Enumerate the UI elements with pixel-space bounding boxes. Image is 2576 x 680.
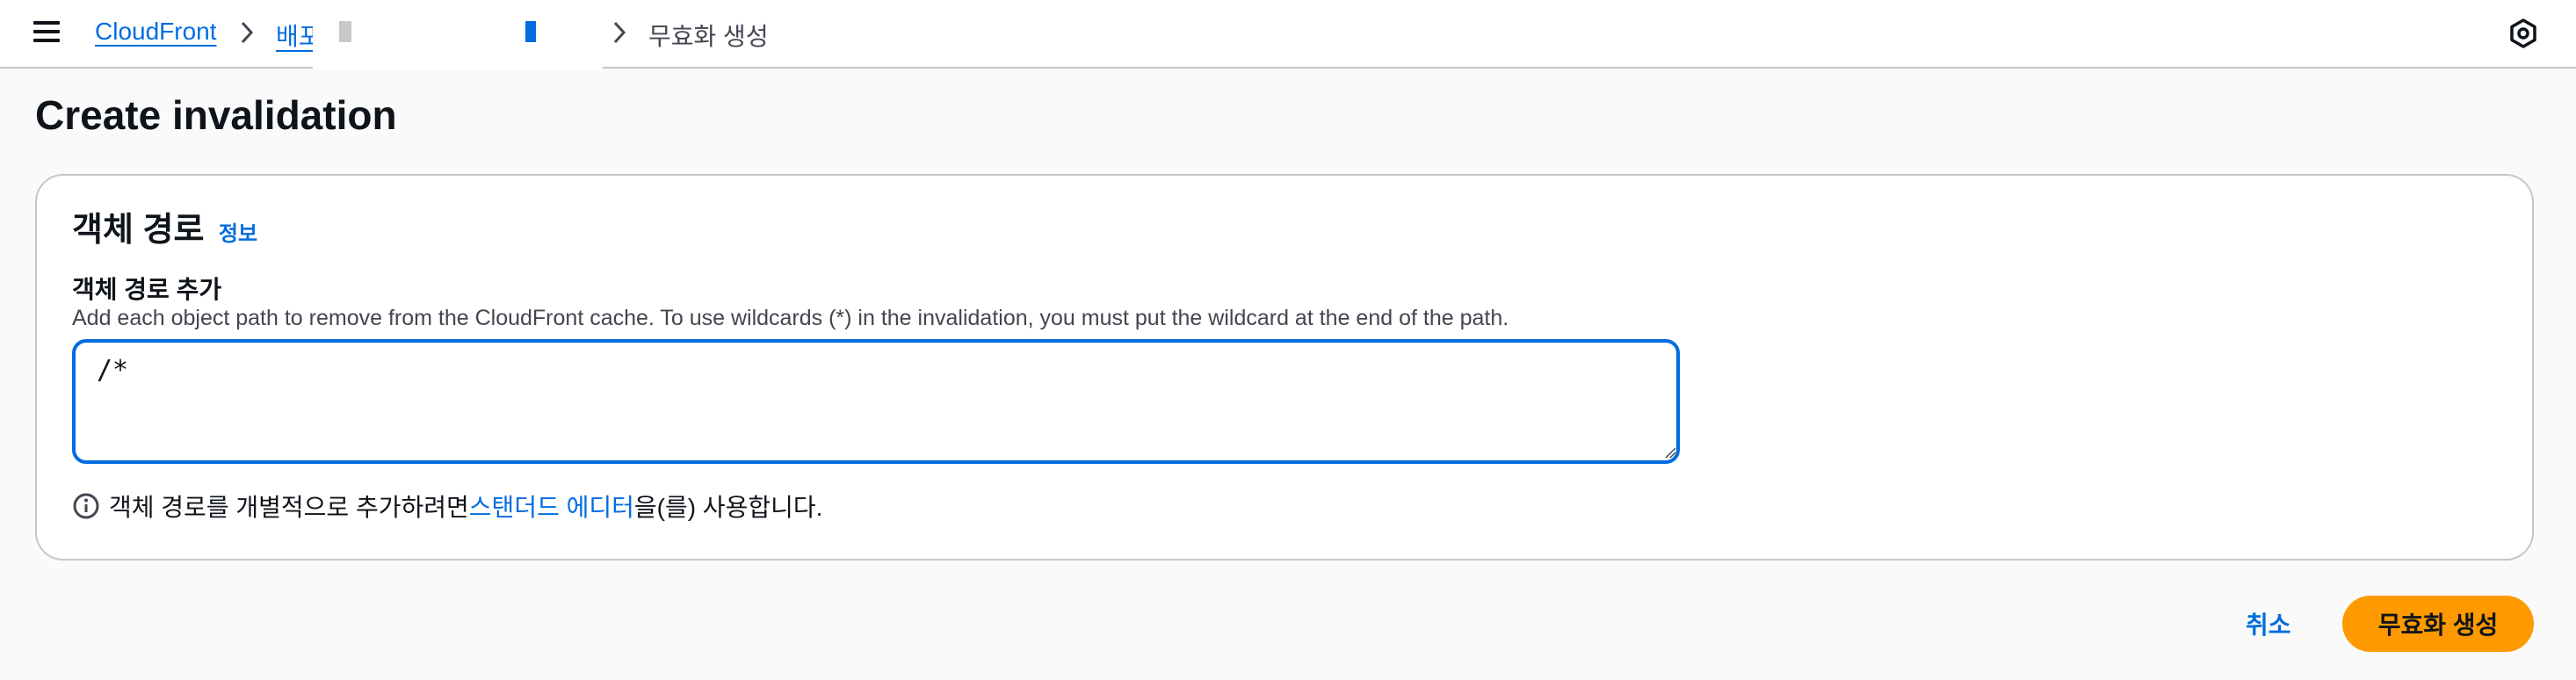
breadcrumb-cloudfront-link[interactable]: CloudFront [95, 18, 217, 46]
info-link[interactable]: 정보 [219, 222, 257, 246]
redaction-mark [339, 21, 351, 42]
panel-header: 객체 경로 정보 [72, 202, 257, 250]
top-navigation-bar: CloudFront 배포 무효화 생성 [0, 0, 2576, 70]
page-title: Create invalidation [35, 92, 397, 138]
field-label: 객체 경로 추가 [72, 276, 222, 303]
create-invalidation-button[interactable]: 무효화 생성 [2342, 596, 2534, 652]
object-paths-panel: 객체 경로 정보 객체 경로 추가 Add each object path t… [35, 174, 2534, 561]
info-circle-icon [73, 493, 99, 519]
hint-text-prefix: 객체 경로를 개별적으로 추가하려면 [109, 494, 469, 521]
field-description: Add each object path to remove from the … [72, 306, 1509, 330]
redaction-mark-link [525, 21, 536, 42]
chevron-right-icon [613, 21, 626, 44]
hint-text-suffix: 을(를) 사용합니다. [633, 494, 823, 521]
settings-icon[interactable] [2507, 18, 2539, 49]
hamburger-menu-icon[interactable] [32, 18, 62, 47]
standard-editor-hint: 객체 경로를 개별적으로 추가하려면 스탠더드 에디터 을(를) 사용합니다. [72, 488, 822, 524]
standard-editor-link[interactable]: 스탠더드 에디터 [469, 488, 634, 524]
object-paths-input[interactable]: /* [72, 339, 1680, 464]
cancel-button[interactable]: 취소 [2246, 606, 2291, 641]
breadcrumb-current-page: 무효화 생성 [648, 23, 769, 50]
resize-handle-icon[interactable] [1664, 446, 1676, 459]
panel-title: 객체 경로 [72, 212, 205, 249]
chevron-right-icon [241, 21, 254, 44]
redacted-distribution-id [313, 0, 603, 70]
